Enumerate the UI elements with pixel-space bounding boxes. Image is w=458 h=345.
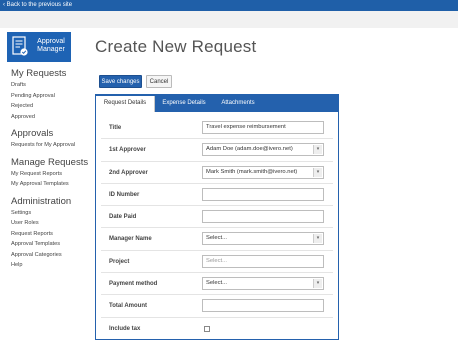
first-approver-select[interactable]: Adam Doe (adam.doe@ivero.net) ▾ <box>202 143 324 157</box>
form-row-project: Project <box>101 251 333 274</box>
first-approver-label: 1st Approver <box>109 147 146 154</box>
page-title: Create New Request <box>95 37 257 56</box>
sidebar-item-user-roles[interactable]: User Roles <box>11 218 91 229</box>
id-number-label: ID Number <box>109 191 140 198</box>
sidebar-item-pending-approval[interactable]: Pending Approval <box>11 91 91 102</box>
sidebar: My Requests Drafts Pending Approval Reje… <box>11 68 91 271</box>
sidebar-section-administration: Administration <box>11 195 72 207</box>
chevron-down-icon: ▾ <box>313 234 322 244</box>
title-input[interactable]: Travel expense reimbursement <box>202 121 324 134</box>
date-paid-label: Date Paid <box>109 214 137 221</box>
project-label: Project <box>109 258 130 265</box>
chevron-down-icon: ▾ <box>313 145 322 155</box>
form-row-payment-method: Payment method Select... ▾ <box>101 273 333 296</box>
form-row-include-tax: Include tax <box>101 318 333 340</box>
request-details-form: Title Travel expense reimbursement 1st A… <box>101 117 333 340</box>
sidebar-item-my-approval-templates[interactable]: My Approval Templates <box>11 179 91 190</box>
second-approver-value: Mark Smith (mark.smith@ivero.net) <box>206 168 298 175</box>
form-row-date-paid: Date Paid <box>101 206 333 229</box>
sidebar-item-requests-for-my-approval[interactable]: Requests for My Approval <box>11 140 91 151</box>
sidebar-item-approval-templates[interactable]: Approval Templates <box>11 239 91 250</box>
sidebar-item-approval-categories[interactable]: Approval Categories <box>11 250 91 261</box>
sidebar-item-help[interactable]: Help <box>11 260 91 271</box>
form-row-title: Title Travel expense reimbursement <box>101 117 333 140</box>
cancel-button[interactable]: Cancel <box>146 75 172 88</box>
payment-method-label: Payment method <box>109 281 158 288</box>
total-amount-input[interactable] <box>202 299 324 313</box>
logo-text: Approval Manager <box>32 38 70 54</box>
document-check-icon <box>12 36 28 56</box>
save-changes-button[interactable]: Save changes <box>99 75 142 88</box>
form-row-1st-approver: 1st Approver Adam Doe (adam.doe@ivero.ne… <box>101 139 333 162</box>
tab-expense-details[interactable]: Expense Details <box>155 95 213 112</box>
date-paid-input[interactable] <box>202 210 324 224</box>
sidebar-item-settings[interactable]: Settings <box>11 208 91 219</box>
request-form-panel: Request Details Expense Details Attachme… <box>95 94 339 340</box>
tab-attachments[interactable]: Attachments <box>213 95 263 112</box>
form-row-2nd-approver: 2nd Approver Mark Smith (mark.smith@iver… <box>101 162 333 184</box>
manager-name-value: Select... <box>206 235 227 242</box>
second-approver-label: 2nd Approver <box>109 169 148 176</box>
form-row-manager-name: Manager Name Select... ▾ <box>101 228 333 251</box>
first-approver-value: Adam Doe (adam.doe@ivero.net) <box>206 146 293 153</box>
total-amount-label: Total Amount <box>109 303 147 310</box>
project-input[interactable] <box>202 254 324 268</box>
sidebar-section-approvals: Approvals <box>11 128 54 139</box>
tab-request-details[interactable]: Request Details <box>96 96 155 112</box>
chevron-down-icon: ▾ <box>313 279 322 289</box>
include-tax-checkbox[interactable] <box>204 325 210 332</box>
include-tax-label: Include tax <box>109 325 141 332</box>
logo-line1: Approval <box>37 38 65 45</box>
form-row-id-number: ID Number <box>101 184 333 207</box>
tab-bar: Request Details Expense Details Attachme… <box>96 95 338 112</box>
site-subheader <box>0 11 458 28</box>
chevron-down-icon: ▾ <box>313 167 322 177</box>
sidebar-item-my-request-reports[interactable]: My Request Reports <box>11 169 91 180</box>
payment-method-select[interactable]: Select... ▾ <box>202 277 324 291</box>
sidebar-item-request-reports[interactable]: Request Reports <box>11 229 91 240</box>
manager-name-label: Manager Name <box>109 236 152 243</box>
sidebar-item-drafts[interactable]: Drafts <box>11 80 91 91</box>
sidebar-item-approved[interactable]: Approved <box>11 112 91 123</box>
second-approver-select[interactable]: Mark Smith (mark.smith@ivero.net) ▾ <box>202 165 324 179</box>
title-label: Title <box>109 125 122 131</box>
form-row-total-amount: Total Amount <box>101 295 333 318</box>
id-number-input[interactable] <box>202 187 324 201</box>
payment-method-value: Select... <box>206 280 227 287</box>
back-link[interactable]: ‹ Back to the previous site <box>0 0 458 11</box>
logo-line2: Manager <box>37 46 65 53</box>
sidebar-section-my-requests: My Requests <box>11 68 67 79</box>
app-logo[interactable]: Approval Manager <box>7 32 71 62</box>
sidebar-item-rejected[interactable]: Rejected <box>11 101 91 112</box>
sidebar-section-manage-requests: Manage Requests <box>11 156 89 168</box>
manager-name-select[interactable]: Select... ▾ <box>202 232 324 246</box>
